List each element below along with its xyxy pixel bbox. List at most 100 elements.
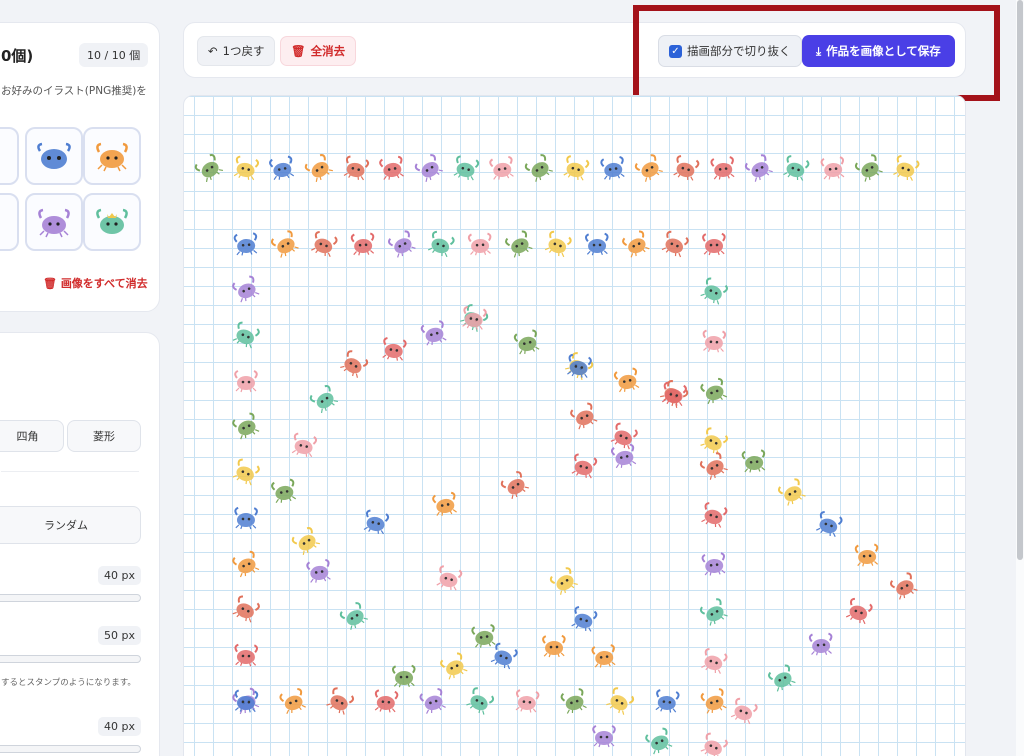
crab-icon	[96, 142, 128, 172]
crab-stamp	[816, 510, 843, 537]
crab-stamp	[702, 329, 727, 353]
crab-stamp	[854, 543, 878, 567]
download-icon: ⤓	[816, 43, 822, 58]
crab-stamp	[379, 155, 405, 180]
shape-square-label: 四角	[16, 430, 39, 443]
crop-checkbox[interactable]: ✓	[669, 44, 682, 58]
drawing-canvas[interactable]	[183, 95, 966, 756]
crab-stamp	[363, 509, 389, 535]
settings-panel: 四角 菱形 ランダム 40 px 50 px するとスタンプのようになります。 …	[0, 332, 160, 756]
crab-stamp	[453, 155, 479, 181]
trash-icon: 🗑	[291, 44, 306, 58]
crab-stamp	[420, 320, 447, 346]
crop-toggle[interactable]: ✓ 描画部分で切り抜く	[658, 35, 802, 67]
crab-stamp	[234, 644, 258, 667]
third-slider[interactable]	[0, 745, 141, 753]
image-thumbnail[interactable]	[25, 193, 83, 251]
clear-images-label: 画像をすべて消去	[60, 277, 148, 290]
crab-stamp	[645, 727, 673, 755]
undo-icon: ↶	[208, 44, 218, 58]
size-value-badge: 40 px	[98, 566, 141, 585]
crab-stamp	[291, 432, 318, 458]
crab-stamp	[350, 232, 375, 256]
crab-stamp	[571, 453, 598, 479]
crab-stamp	[673, 155, 700, 181]
crop-label: 描画部分で切り抜く	[687, 44, 791, 58]
crab-stamp	[436, 565, 463, 591]
crab-stamp	[544, 230, 572, 258]
crab-stamp	[505, 230, 533, 258]
image-panel-description: お好みのイラスト(PNG推奨)を	[1, 85, 147, 97]
image-thumbnail[interactable]	[25, 127, 83, 185]
crab-stamp	[234, 369, 258, 392]
stamp-hint-text: するとスタンプのようになります。	[1, 678, 136, 688]
clear-all-label: 全消去	[310, 44, 346, 58]
crab-stamp	[270, 230, 299, 258]
crab-stamp	[232, 321, 260, 349]
crab-stamp	[232, 275, 260, 303]
image-thumbnail[interactable]	[0, 193, 19, 251]
random-button[interactable]: ランダム	[0, 506, 141, 544]
trash-icon: 🗑	[43, 277, 57, 290]
crab-stamp	[414, 154, 444, 182]
clear-all-button[interactable]: 🗑 全消去	[280, 36, 357, 66]
crab-stamp	[613, 367, 639, 393]
crab-stamp	[279, 687, 306, 714]
crab-icon	[37, 142, 71, 169]
crab-stamp	[513, 329, 539, 355]
crab-stamp	[820, 156, 844, 180]
undo-button[interactable]: ↶ 1つ戻す	[197, 36, 276, 66]
crab-stamp	[745, 154, 774, 182]
crab-stamp	[311, 230, 338, 257]
spacing-slider[interactable]	[0, 655, 141, 663]
crab-stamp	[309, 385, 339, 414]
random-label: ランダム	[44, 519, 88, 532]
crab-stamp	[699, 598, 728, 627]
crab-stamp	[194, 154, 224, 183]
crab-stamp	[571, 605, 598, 632]
scrollbar-thumb[interactable]	[1017, 0, 1023, 560]
crab-stamp	[375, 689, 399, 713]
shape-diamond-button[interactable]: 菱形	[67, 420, 141, 452]
crab-stamp	[515, 689, 540, 713]
save-image-label: 作品を画像として保存	[826, 44, 941, 58]
crab-stamp	[232, 550, 260, 577]
crab-stamp	[599, 156, 625, 180]
crab-stamp	[233, 232, 258, 256]
crab-stamp	[768, 664, 796, 692]
image-thumbnail[interactable]	[0, 127, 19, 185]
crab-stamp	[269, 155, 295, 181]
crab-stamp	[700, 732, 728, 756]
crab-stamp	[700, 277, 728, 305]
image-panel-title: 0個)	[1, 47, 34, 65]
image-thumbnail[interactable]	[83, 193, 141, 251]
crab-stamp	[585, 232, 609, 256]
divider	[1, 471, 139, 472]
crab-stamp	[462, 305, 487, 330]
crab-stamp	[591, 644, 616, 668]
crab-stamp	[340, 350, 369, 378]
crab-stamp	[560, 688, 587, 714]
crab-stamp	[306, 558, 331, 583]
size-slider[interactable]	[0, 594, 141, 602]
crab-stamp	[291, 527, 320, 555]
crab-stamp	[606, 687, 635, 715]
scrollbar[interactable]	[1016, 0, 1024, 756]
crab-stamp	[419, 688, 447, 714]
crab-stamp	[233, 155, 259, 181]
image-panel: 0個) 10 / 10 個 お好みのイラスト(PNG推奨)を 🗑 画像をすべて消…	[0, 22, 160, 312]
image-thumbnail[interactable]	[83, 127, 141, 185]
clear-images-button[interactable]: 🗑 画像をすべて消去	[43, 275, 148, 291]
crab-stamp	[702, 232, 726, 256]
image-count-badge: 10 / 10 個	[79, 43, 149, 67]
crab-stamp	[701, 551, 726, 576]
crab-stamp	[542, 634, 566, 658]
crab-stamp	[622, 230, 650, 258]
third-value-badge: 40 px	[98, 717, 141, 736]
crab-stamp	[234, 506, 258, 530]
shape-square-button[interactable]: 四角	[0, 420, 64, 452]
crab-stamp	[467, 232, 492, 256]
save-image-button[interactable]: ⤓ 作品を画像として保存	[802, 35, 955, 67]
crab-icon	[38, 208, 70, 238]
crab-stamp	[524, 154, 554, 182]
